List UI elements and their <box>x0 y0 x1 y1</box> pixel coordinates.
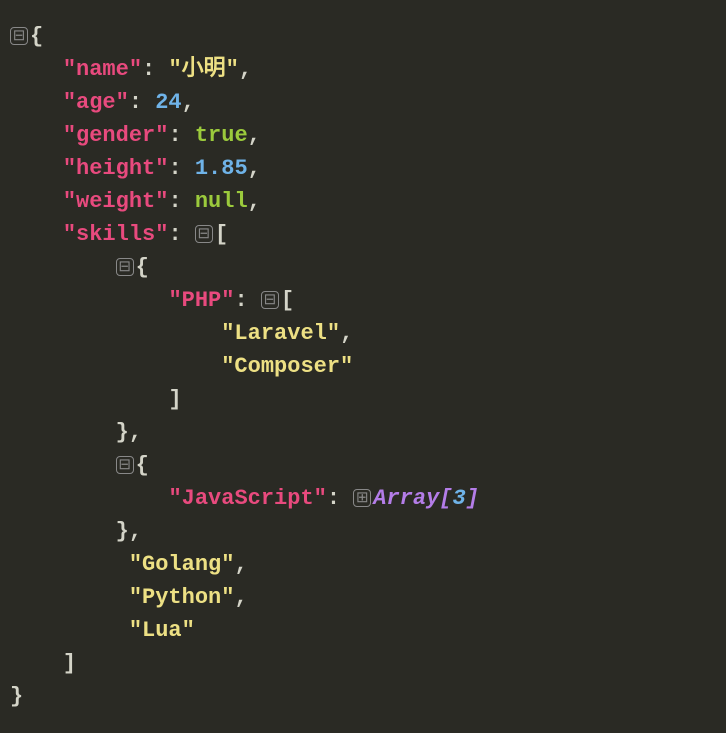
json-line: "JavaScript": ⊞Array[3] <box>10 482 716 515</box>
json-line: ] <box>10 647 716 680</box>
expand-icon[interactable]: ⊞ <box>353 489 371 507</box>
json-line: "Laravel", <box>10 317 716 350</box>
json-line: "name": "小明", <box>10 53 716 86</box>
colon: : <box>168 189 181 214</box>
json-line: "height": 1.85, <box>10 152 716 185</box>
json-key: "JavaScript" <box>168 486 326 511</box>
json-line: ⊟{ <box>10 251 716 284</box>
json-line: "Lua" <box>10 614 716 647</box>
bracket-close: ] <box>168 387 181 412</box>
brace-open: { <box>136 453 149 478</box>
comma: , <box>340 321 353 346</box>
colon: : <box>327 486 340 511</box>
json-line: "gender": true, <box>10 119 716 152</box>
json-string-value: "小明" <box>168 57 238 82</box>
brace-close: } <box>116 519 129 544</box>
json-key: "PHP" <box>168 288 234 313</box>
array-count: 3 <box>453 486 466 511</box>
comma: , <box>248 156 261 181</box>
json-line: "skills": ⊟[ <box>10 218 716 251</box>
comma: , <box>129 420 142 445</box>
colon: : <box>168 156 181 181</box>
json-line: "PHP": ⊟[ <box>10 284 716 317</box>
json-number-value: 24 <box>155 90 181 115</box>
bracket-open: [ <box>215 222 228 247</box>
json-number-value: 1.85 <box>195 156 248 181</box>
json-string-value: "Composer" <box>221 354 353 379</box>
json-string-value: "Laravel" <box>221 321 340 346</box>
json-boolean-value: true <box>195 123 248 148</box>
colon: : <box>168 222 181 247</box>
colon: : <box>142 57 155 82</box>
comma: , <box>248 189 261 214</box>
colon: : <box>234 288 247 313</box>
bracket-open: [ <box>281 288 294 313</box>
collapsed-array-label[interactable]: Array[3] <box>373 486 479 511</box>
json-line: "age": 24, <box>10 86 716 119</box>
comma: , <box>234 585 247 610</box>
json-line: }, <box>10 515 716 548</box>
json-string-value: "Python" <box>129 585 235 610</box>
colon: : <box>168 123 181 148</box>
bracket-close: ] <box>63 651 76 676</box>
brace-open: { <box>136 255 149 280</box>
json-key: "skills" <box>63 222 169 247</box>
comma: , <box>182 90 195 115</box>
colon: : <box>129 90 142 115</box>
json-line: } <box>10 680 716 713</box>
json-string-value: "Lua" <box>129 618 195 643</box>
collapse-icon[interactable]: ⊟ <box>116 456 134 474</box>
json-line: "Golang", <box>10 548 716 581</box>
json-line: ⊟{ <box>10 20 716 53</box>
brace-close: } <box>116 420 129 445</box>
comma: , <box>129 519 142 544</box>
json-line: "weight": null, <box>10 185 716 218</box>
collapse-icon[interactable]: ⊟ <box>116 258 134 276</box>
json-null-value: null <box>195 189 248 214</box>
comma: , <box>248 123 261 148</box>
json-viewer: ⊟{ "name": "小明", "age": 24, "gender": tr… <box>10 20 716 713</box>
json-line: ⊟{ <box>10 449 716 482</box>
array-word: Array[ <box>373 486 452 511</box>
json-key: "height" <box>63 156 169 181</box>
json-line: ] <box>10 383 716 416</box>
brace-close: } <box>10 684 23 709</box>
json-line: "Python", <box>10 581 716 614</box>
json-line: "Composer" <box>10 350 716 383</box>
array-bracket-close: ] <box>466 486 479 511</box>
json-key: "weight" <box>63 189 169 214</box>
collapse-icon[interactable]: ⊟ <box>10 27 28 45</box>
json-string-value: "Golang" <box>129 552 235 577</box>
comma: , <box>239 57 252 82</box>
collapse-icon[interactable]: ⊟ <box>195 225 213 243</box>
comma: , <box>234 552 247 577</box>
json-key: "gender" <box>63 123 169 148</box>
collapse-icon[interactable]: ⊟ <box>261 291 279 309</box>
brace-open: { <box>30 24 43 49</box>
json-key: "name" <box>63 57 142 82</box>
json-key: "age" <box>63 90 129 115</box>
json-line: }, <box>10 416 716 449</box>
